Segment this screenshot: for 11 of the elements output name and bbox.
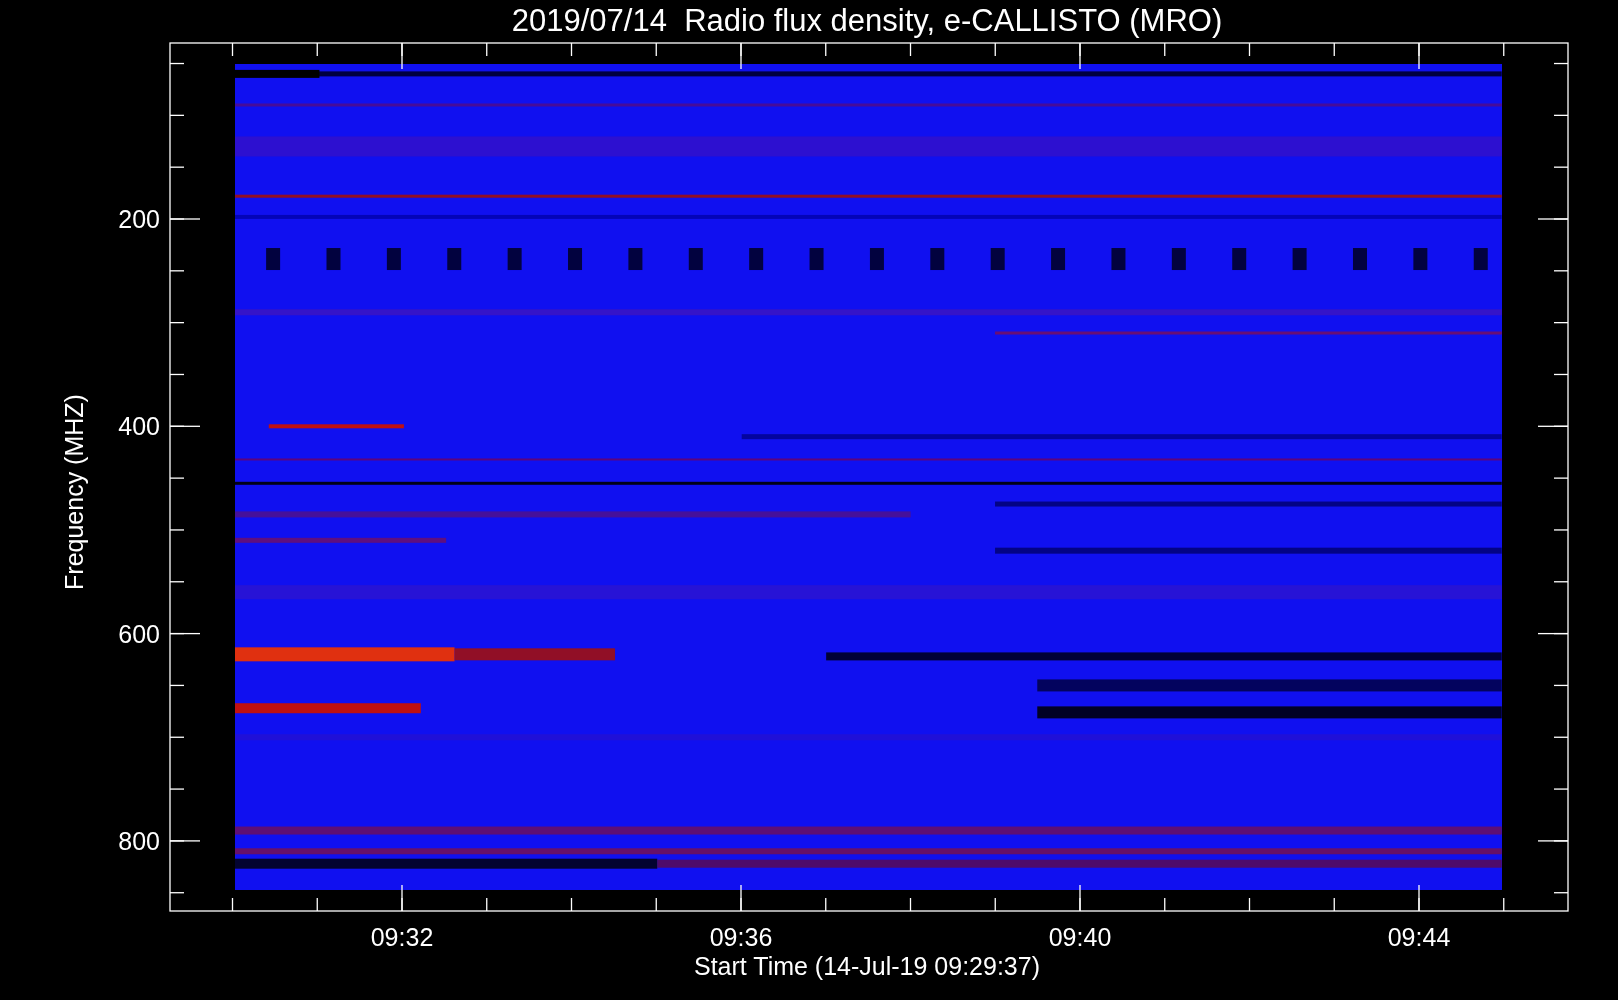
y-axis-label: Frequency (MHZ) bbox=[60, 394, 88, 590]
y-tick-label: 600 bbox=[118, 619, 160, 648]
x-tick-label: 09:40 bbox=[1048, 923, 1112, 951]
x-tick-label: 09:36 bbox=[709, 923, 773, 951]
y-tick-label: 800 bbox=[118, 826, 160, 855]
x-tick-label: 09:44 bbox=[1387, 923, 1451, 951]
chart-title: 2019/07/14 Radio flux density, e-CALLISTO (MRO) bbox=[511, 3, 1223, 38]
x-axis-label: Start Time (14-Jul-19 09:29:37) bbox=[694, 952, 1040, 980]
x-tick-label: 09:32 bbox=[370, 923, 434, 951]
y-tick-label: 200 bbox=[118, 205, 160, 233]
y-tick-label: 400 bbox=[118, 412, 160, 441]
